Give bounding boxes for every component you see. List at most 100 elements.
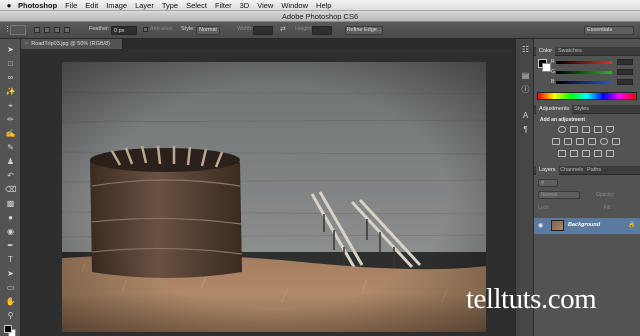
intersect-selection-icon[interactable]	[64, 27, 70, 33]
posterize-icon[interactable]	[570, 150, 578, 157]
menu-edit[interactable]: Edit	[85, 1, 98, 10]
swap-dimensions-icon[interactable]: ⇄	[280, 25, 286, 33]
slider-g-value[interactable]	[617, 69, 633, 75]
add-selection-icon[interactable]	[44, 27, 50, 33]
apple-menu-icon[interactable]: ●	[0, 1, 18, 10]
levels-icon[interactable]	[570, 126, 578, 133]
document-tab-label: RoadTrip03.jpg @ 50% (RGB/8)	[31, 41, 110, 47]
color-spectrum-ramp[interactable]	[537, 92, 637, 100]
history-panel-icon[interactable]: ☷	[520, 45, 531, 55]
brightness-contrast-icon[interactable]	[558, 126, 566, 133]
slider-r-value[interactable]	[617, 59, 633, 65]
menu-select[interactable]: Select	[186, 1, 207, 10]
new-selection-icon[interactable]	[34, 27, 40, 33]
layer-visibility-eye-icon[interactable]: ◉	[538, 222, 543, 229]
shape-tool-icon[interactable]: ▭	[5, 283, 16, 293]
subtract-selection-icon[interactable]	[54, 27, 60, 33]
style-label: Style:	[181, 26, 195, 32]
anti-alias-checkbox[interactable]	[143, 27, 148, 32]
layer-filter-select[interactable]: ⚲	[538, 179, 558, 187]
lasso-tool-icon[interactable]: ∞	[5, 73, 16, 83]
curves-icon[interactable]	[582, 126, 590, 133]
options-bar: ⋮ Feather: 0 px Anti-alias Style: Normal…	[0, 22, 640, 39]
feather-input[interactable]: 0 px	[111, 26, 137, 35]
tab-styles[interactable]: Styles	[571, 105, 592, 114]
gradient-map-icon[interactable]	[594, 150, 602, 157]
properties-panel-icon[interactable]: ▤	[520, 71, 531, 81]
refine-edge-button[interactable]: Refine Edge...	[345, 26, 383, 35]
width-input[interactable]	[253, 26, 273, 35]
hand-tool-icon[interactable]: ✋	[5, 297, 16, 307]
exposure-icon[interactable]	[594, 126, 602, 133]
slider-b[interactable]	[556, 81, 612, 84]
healing-brush-tool-icon[interactable]: ✍	[5, 129, 16, 139]
height-input[interactable]	[312, 26, 332, 35]
tab-channels[interactable]: Channels	[557, 166, 586, 175]
threshold-icon[interactable]	[582, 150, 590, 157]
move-tool-icon[interactable]: ➤	[5, 45, 16, 55]
add-adjustment-label: Add an adjustment	[540, 117, 586, 123]
menu-file[interactable]: File	[65, 1, 77, 10]
tab-paths[interactable]: Paths	[584, 166, 604, 175]
document-image[interactable]	[62, 62, 486, 332]
foreground-color-swatch[interactable]	[4, 325, 12, 333]
tab-layers[interactable]: Layers	[536, 166, 559, 175]
menu-window[interactable]: Window	[281, 1, 308, 10]
layer-name[interactable]: Background	[568, 222, 600, 228]
color-lookup-icon[interactable]	[612, 138, 620, 145]
tab-adjustments[interactable]: Adjustments	[536, 105, 573, 114]
color-balance-icon[interactable]	[564, 138, 572, 145]
zoom-tool-icon[interactable]: ⚲	[5, 311, 16, 321]
paragraph-panel-icon[interactable]: ¶	[520, 125, 531, 135]
slider-r[interactable]	[556, 61, 612, 64]
marquee-tool-icon[interactable]: □	[5, 59, 16, 69]
eyedropper-tool-icon[interactable]: ✏	[5, 115, 16, 125]
clone-stamp-tool-icon[interactable]: ♟	[5, 157, 16, 167]
gradient-tool-icon[interactable]: ▩	[5, 199, 16, 209]
tab-color[interactable]: Color	[536, 47, 556, 56]
pen-tool-icon[interactable]: ✒	[5, 241, 16, 251]
blur-tool-icon[interactable]: ●	[5, 213, 16, 223]
history-brush-tool-icon[interactable]: ↶	[5, 171, 16, 181]
channel-mixer-icon[interactable]	[600, 138, 608, 145]
marquee-preset-icon[interactable]	[10, 25, 26, 35]
color-background-swatch[interactable]	[542, 63, 551, 72]
info-panel-icon[interactable]: ⓘ	[520, 85, 531, 95]
black-white-icon[interactable]	[576, 138, 584, 145]
blend-mode-select[interactable]: Normal	[538, 191, 580, 199]
crop-tool-icon[interactable]: ⌖	[5, 101, 16, 111]
style-select[interactable]: Normal	[196, 26, 220, 35]
menu-app-name[interactable]: Photoshop	[18, 1, 57, 10]
menu-view[interactable]: View	[257, 1, 273, 10]
document-tab[interactable]: × RoadTrip03.jpg @ 50% (RGB/8)	[21, 39, 123, 49]
slider-g[interactable]	[556, 71, 612, 74]
dodge-tool-icon[interactable]: ◉	[5, 227, 16, 237]
layers-panel-tabs: Layers Channels Paths	[534, 166, 640, 175]
height-label: Height:	[295, 26, 313, 32]
window-title-bar[interactable]: Adobe Photoshop CS6	[0, 11, 640, 22]
menu-help[interactable]: Help	[316, 1, 331, 10]
quick-selection-tool-icon[interactable]: ✨	[5, 87, 16, 97]
layer-row-background[interactable]: ◉ Background 🔒	[534, 218, 640, 234]
menu-type[interactable]: Type	[162, 1, 178, 10]
selective-color-icon[interactable]	[606, 150, 614, 157]
photo-filter-icon[interactable]	[588, 138, 596, 145]
invert-icon[interactable]	[558, 150, 566, 157]
hue-saturation-icon[interactable]	[552, 138, 560, 145]
brush-tool-icon[interactable]: ✎	[5, 143, 16, 153]
menu-filter[interactable]: Filter	[215, 1, 232, 10]
menu-image[interactable]: Image	[106, 1, 127, 10]
path-selection-tool-icon[interactable]: ➤	[5, 269, 16, 279]
tab-swatches[interactable]: Swatches	[555, 47, 585, 56]
menu-layer[interactable]: Layer	[135, 1, 154, 10]
character-panel-icon[interactable]: A	[520, 111, 531, 121]
type-tool-icon[interactable]: T	[5, 255, 16, 265]
eraser-tool-icon[interactable]: ⌫	[5, 185, 16, 195]
menu-3d[interactable]: 3D	[240, 1, 250, 10]
canvas-area[interactable]	[21, 49, 515, 336]
close-tab-icon[interactable]: ×	[25, 41, 28, 47]
workspace-select[interactable]: Essentials	[584, 26, 634, 35]
slider-b-value[interactable]	[617, 79, 633, 85]
vibrance-icon[interactable]	[606, 126, 614, 133]
fill-label: Fill:	[604, 205, 612, 211]
